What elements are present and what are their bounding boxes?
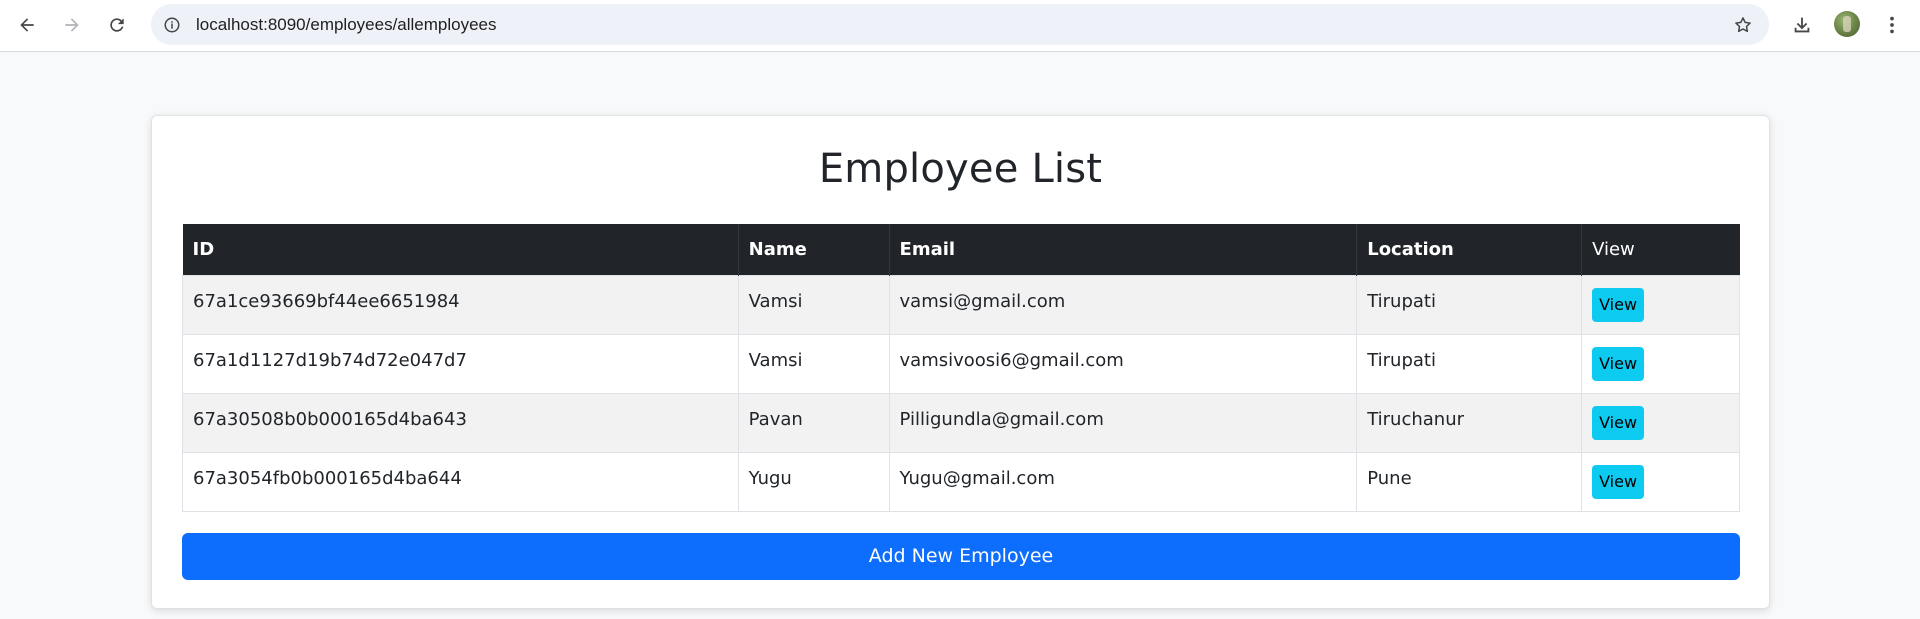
column-header-email: Email (889, 224, 1358, 275)
table-row: 67a3054fb0b000165d4ba644 Yugu Yugu@gmail… (182, 451, 1740, 512)
cell-location: Tirupati (1356, 274, 1583, 335)
forward-arrow-icon (65, 18, 79, 32)
url-text[interactable]: localhost:8090/employees/allemployees (196, 4, 497, 45)
column-header-view: View (1581, 224, 1740, 275)
table-row: 67a1d1127d19b74d72e047d7 Vamsi vamsivoos… (182, 333, 1740, 394)
cell-email: vamsi@gmail.com (888, 274, 1358, 335)
cell-location: Tirupati (1356, 333, 1583, 394)
browser-toolbar: localhost:8090/employees/allemployees (0, 0, 1920, 52)
cell-id: 67a1d1127d19b74d72e047d7 (182, 333, 739, 394)
cell-view: View (1581, 333, 1740, 394)
back-button[interactable] (10, 8, 44, 42)
employee-table: ID Name Email Location View 67a1ce93669b… (182, 224, 1740, 512)
cell-view: View (1581, 274, 1740, 335)
cell-location: Tiruchanur (1356, 392, 1583, 453)
cell-name: Yugu (737, 451, 890, 512)
column-header-id: ID (182, 224, 739, 275)
cell-id: 67a30508b0b000165d4ba643 (182, 392, 739, 453)
table-row: 67a1ce93669bf44ee6651984 Vamsi vamsi@gma… (182, 274, 1740, 335)
cell-id: 67a1ce93669bf44ee6651984 (182, 274, 739, 335)
add-new-employee-button[interactable]: Add New Employee (182, 533, 1740, 580)
view-button[interactable]: View (1592, 346, 1645, 381)
employee-card: Employee List ID Name Email Location Vie… (151, 115, 1770, 609)
star-icon[interactable] (1731, 13, 1755, 37)
download-icon[interactable] (1788, 11, 1816, 39)
info-icon[interactable] (161, 14, 183, 36)
page-title: Employee List (818, 146, 1103, 192)
avatar[interactable] (1834, 11, 1860, 37)
address-bar[interactable]: localhost:8090/employees/allemployees (151, 4, 1769, 45)
view-button[interactable]: View (1592, 464, 1645, 499)
cell-view: View (1581, 392, 1740, 453)
column-header-name: Name (738, 224, 890, 275)
back-arrow-icon (20, 18, 34, 32)
cell-email: Yugu@gmail.com (888, 451, 1358, 512)
cell-location: Pune (1356, 451, 1583, 512)
cell-name: Pavan (737, 392, 890, 453)
cell-id: 67a3054fb0b000165d4ba644 (182, 451, 739, 512)
cell-name: Vamsi (737, 333, 890, 394)
cell-view: View (1581, 451, 1740, 512)
view-button[interactable]: View (1592, 405, 1645, 440)
table-row: 67a30508b0b000165d4ba643 Pavan Pilligund… (182, 392, 1740, 453)
view-button[interactable]: View (1592, 287, 1645, 322)
more-vert-icon[interactable] (1878, 11, 1906, 39)
forward-button[interactable] (55, 8, 89, 42)
reload-icon (110, 18, 124, 32)
reload-button[interactable] (100, 8, 134, 42)
cell-name: Vamsi (737, 274, 890, 335)
cell-email: Pilligundla@gmail.com (888, 392, 1358, 453)
cell-email: vamsivoosi6@gmail.com (888, 333, 1358, 394)
table-header-row: ID Name Email Location View (182, 224, 1740, 275)
column-header-location: Location (1356, 224, 1583, 275)
